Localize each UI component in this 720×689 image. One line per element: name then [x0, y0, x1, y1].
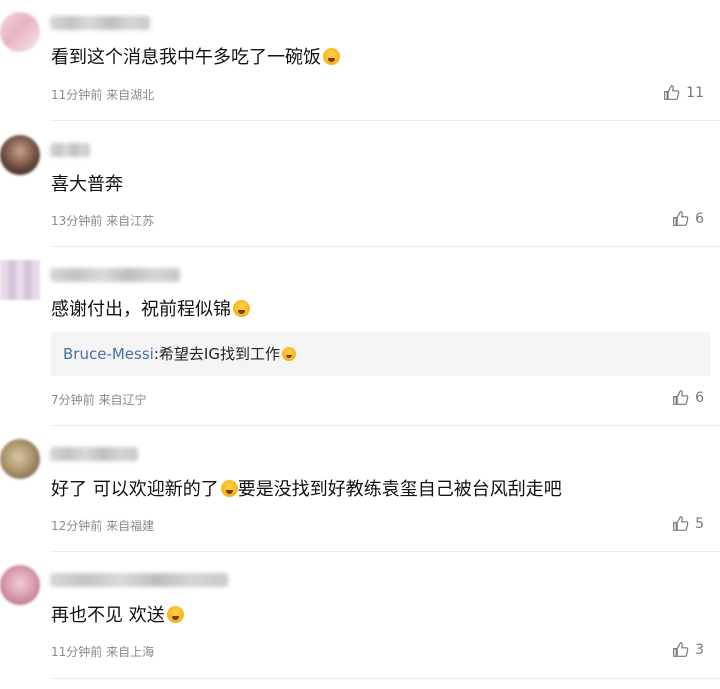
divider — [51, 678, 720, 679]
reply-text: 希望去IG找到工作 — [158, 345, 280, 363]
username-blurred[interactable] — [50, 143, 90, 157]
avatar[interactable] — [0, 135, 40, 175]
comment-meta: 13分钟前 来自江苏 — [51, 212, 154, 229]
comment-location: 来自辽宁 — [98, 393, 147, 407]
avatar[interactable] — [0, 12, 40, 52]
laughing-face-emoji-icon — [281, 347, 296, 361]
comment-text-content-2: 要是没找到好教练袁玺自己被台风刮走吧 — [237, 479, 562, 500]
divider — [51, 425, 720, 426]
comment-time: 7分钟前 — [51, 393, 95, 407]
comment-time: 11分钟前 — [51, 88, 103, 102]
comment-meta: 7分钟前 来自辽宁 — [51, 391, 146, 408]
like-button[interactable]: 3 — [672, 641, 704, 658]
comment-text-content: 看到这个消息我中午多吃了一碗饭 — [51, 47, 321, 68]
comment-text: 看到这个消息我中午多吃了一碗饭 — [51, 46, 340, 70]
comment-text-content: 喜大普奔 — [51, 174, 123, 195]
username-blurred[interactable] — [50, 447, 138, 461]
username-blurred[interactable] — [50, 573, 228, 587]
comment-text: 再也不见 欢送 — [51, 604, 184, 628]
divider — [51, 120, 720, 121]
thumbs-up-icon — [673, 211, 689, 226]
like-count: 6 — [695, 389, 704, 406]
avatar[interactable] — [0, 439, 40, 479]
like-count: 11 — [686, 84, 704, 101]
comment-text: 喜大普奔 — [51, 173, 123, 197]
avatar[interactable] — [0, 565, 40, 605]
divider — [51, 246, 720, 247]
like-button[interactable]: 6 — [672, 389, 704, 406]
comment-text: 好了 可以欢迎新的了 要是没找到好教练袁玺自己被台风刮走吧 — [51, 478, 562, 502]
comment-meta: 11分钟前 来自湖北 — [51, 86, 154, 103]
comment-time: 13分钟前 — [51, 214, 103, 228]
comment-meta: 12分钟前 来自福建 — [51, 517, 154, 534]
comment-location: 来自湖北 — [106, 88, 155, 102]
thumbs-up-icon — [664, 85, 680, 100]
reply-username-link[interactable]: Bruce-Messi — [63, 345, 154, 363]
like-count: 5 — [695, 515, 704, 532]
comment-text-content: 再也不见 欢送 — [51, 605, 165, 626]
username-blurred[interactable] — [50, 268, 180, 282]
username-blurred[interactable] — [50, 16, 150, 30]
divider — [51, 551, 720, 552]
comment-location: 来自福建 — [106, 519, 155, 533]
like-button[interactable]: 5 — [672, 515, 704, 532]
comment-meta: 11分钟前 来自上海 — [51, 643, 154, 660]
grinning-face-emoji-icon — [166, 606, 184, 623]
reply-box[interactable]: Bruce-Messi:希望去IG找到工作 — [51, 332, 710, 376]
comment-text-content: 好了 可以欢迎新的了 — [51, 479, 219, 500]
comment-text: 感谢付出，祝前程似锦 — [51, 298, 250, 322]
thumbs-up-icon — [673, 642, 689, 657]
thumbs-up-icon — [673, 516, 689, 531]
like-button[interactable]: 11 — [663, 84, 704, 101]
shocked-face-emoji-icon — [233, 300, 250, 317]
like-button[interactable]: 6 — [672, 210, 704, 227]
avatar[interactable] — [0, 260, 40, 300]
comment-location: 来自江苏 — [106, 214, 155, 228]
comment-time: 11分钟前 — [51, 645, 103, 659]
like-count: 6 — [695, 210, 704, 227]
laughing-face-emoji-icon — [220, 480, 238, 497]
comment-time: 12分钟前 — [51, 519, 103, 533]
comment-text-content: 感谢付出，祝前程似锦 — [51, 299, 231, 320]
like-count: 3 — [695, 641, 704, 658]
comment-location: 来自上海 — [106, 645, 155, 659]
thumbs-up-icon — [673, 390, 689, 405]
shocked-face-emoji-icon — [323, 48, 340, 65]
